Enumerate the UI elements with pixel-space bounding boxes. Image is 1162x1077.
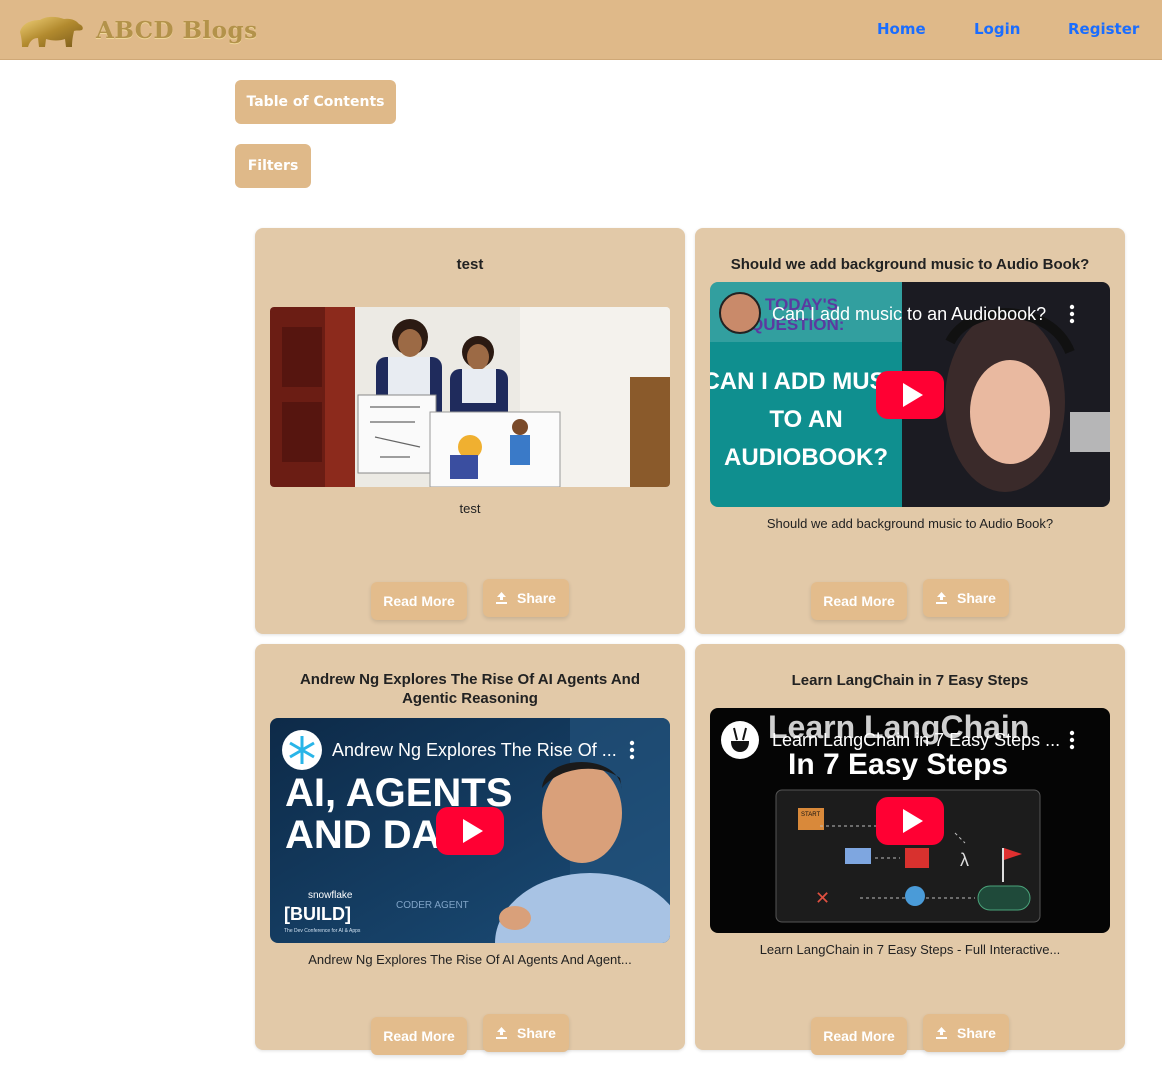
share-button[interactable]: Share	[923, 1014, 1009, 1052]
share-upload-icon	[496, 1027, 508, 1039]
thumb-text: The Dev Conference for AI & Apps	[284, 928, 361, 934]
share-upload-icon	[936, 1027, 948, 1039]
youtube-play-icon[interactable]	[876, 797, 944, 845]
video-embed[interactable]: Learn LangChain In 7 Easy Steps START λ …	[710, 708, 1110, 933]
brand[interactable]: ABCD Blogs	[16, 10, 258, 50]
post-description: Should we add background music to Audio …	[766, 516, 1054, 531]
video-embed[interactable]: AI, AGENTS AND DA snowflake [BUILD] The …	[270, 718, 670, 943]
post-card: Andrew Ng Explores The Rise Of AI Agents…	[255, 644, 685, 1055]
youtube-play-icon[interactable]	[436, 807, 504, 855]
youtube-play-icon[interactable]	[876, 371, 944, 419]
nav-login-link[interactable]: Login	[974, 20, 1020, 38]
video-title[interactable]: Andrew Ng Explores The Rise Of ...	[332, 740, 617, 760]
channel-avatar[interactable]	[719, 292, 761, 334]
post-image	[270, 307, 670, 487]
kebab-menu-icon[interactable]	[1069, 730, 1075, 750]
share-label: Share	[957, 590, 996, 606]
share-label: Share	[957, 1025, 996, 1041]
share-label: Share	[517, 590, 556, 606]
svg-text:✕: ✕	[815, 888, 830, 908]
thumb-text: CODER AGENT	[396, 900, 469, 911]
post-card: Learn LangChain in 7 Easy Steps Learn La…	[695, 644, 1125, 1055]
post-title: Should we add background music to Audio …	[730, 256, 1090, 273]
channel-avatar[interactable]	[721, 721, 759, 759]
read-more-button[interactable]: Read More	[811, 1017, 907, 1055]
post-title: Learn LangChain in 7 Easy Steps	[791, 672, 1029, 689]
post-description: test	[459, 501, 481, 516]
read-more-button[interactable]: Read More	[811, 582, 907, 620]
table-of-contents-button[interactable]: Table of Contents	[235, 80, 396, 124]
brand-name: ABCD Blogs	[96, 16, 258, 44]
navbar: ABCD Blogs Home Login Register	[0, 0, 1162, 60]
share-button[interactable]: Share	[483, 1014, 569, 1052]
read-more-button[interactable]: Read More	[371, 1017, 467, 1055]
post-card: test test Read More Share	[255, 228, 685, 634]
post-description: Andrew Ng Explores The Rise Of AI Agents…	[308, 952, 632, 967]
share-button[interactable]: Share	[923, 579, 1009, 617]
kebab-menu-icon[interactable]	[629, 740, 635, 760]
post-description: Learn LangChain in 7 Easy Steps - Full I…	[759, 942, 1061, 957]
bear-logo-icon	[20, 16, 83, 47]
video-embed[interactable]: TODAY'S QUESTION: CAN I ADD MUSIC TO AN …	[710, 282, 1110, 507]
thumb-text: AUDIOBOOK?	[724, 444, 888, 471]
thumb-text: snowflake	[308, 890, 353, 901]
thumb-text: AND DA	[285, 813, 441, 857]
video-title[interactable]: Learn LangChain in 7 Easy Steps ...	[772, 730, 1060, 750]
post-card: Should we add background music to Audio …	[695, 228, 1125, 634]
thumb-text: TO AN	[769, 406, 842, 433]
share-label: Share	[517, 1025, 556, 1041]
share-upload-icon	[496, 592, 508, 604]
read-more-button[interactable]: Read More	[371, 582, 467, 620]
post-title: Andrew Ng Explores The Rise Of AI Agents…	[299, 671, 641, 707]
share-upload-icon	[936, 592, 948, 604]
thumb-text: START	[801, 812, 820, 818]
post-title: test	[456, 256, 484, 273]
filters-button[interactable]: Filters	[235, 144, 311, 188]
video-title[interactable]: Can I add music to an Audiobook?	[772, 304, 1046, 324]
svg-text:λ: λ	[960, 850, 969, 870]
thumb-text: In 7 Easy Steps	[788, 748, 1008, 781]
nav-home-link[interactable]: Home	[877, 20, 926, 38]
nav-register-link[interactable]: Register	[1068, 20, 1139, 38]
thumb-text: [BUILD]	[284, 904, 351, 924]
share-button[interactable]: Share	[483, 579, 569, 617]
kebab-menu-icon[interactable]	[1069, 304, 1075, 324]
